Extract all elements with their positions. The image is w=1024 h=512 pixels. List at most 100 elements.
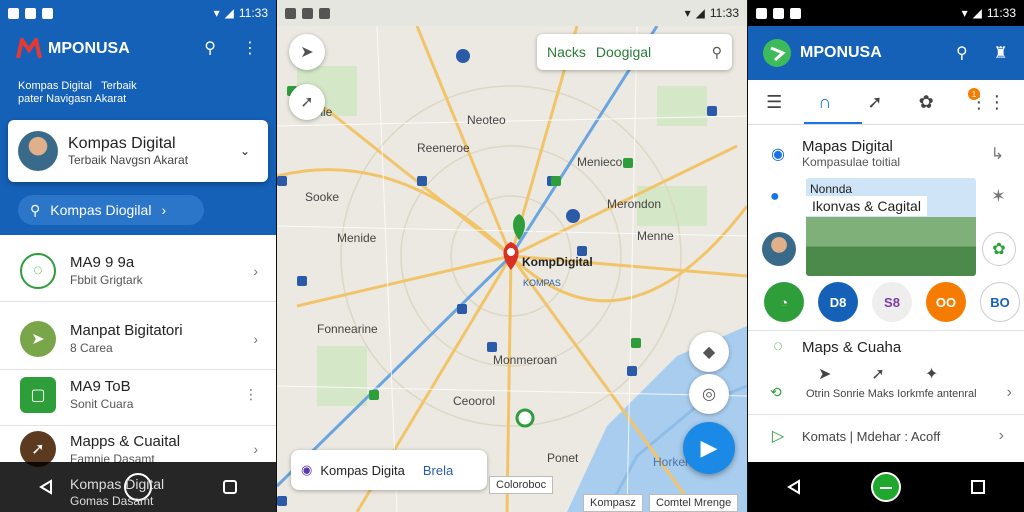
category-button[interactable]: OO [926, 282, 966, 322]
tab-home[interactable]: ∩ [818, 92, 831, 113]
brand-name: MPONUSA [800, 44, 882, 61]
category-button[interactable]: S8 [872, 282, 912, 322]
brand: MPONUSA [16, 38, 130, 60]
layers-icon[interactable]: ◆ [689, 332, 729, 372]
list-item[interactable]: ◌ MA9 9 9a Fbbit Grigtark › [0, 240, 276, 302]
chevron-right-icon: › [253, 441, 258, 457]
signal-icon: ◢ [972, 6, 982, 20]
status-time: 11:33 [986, 6, 1016, 20]
search-pill[interactable]: ⚲ Kompas Diogilal › [18, 195, 204, 225]
category-button[interactable]: BO [980, 282, 1020, 322]
status-bar: ▾ ◢ 11:33 [277, 0, 747, 26]
wifi-icon: ▾ [961, 6, 968, 20]
start-navigation-button[interactable]: ▶ [683, 422, 735, 474]
route-icon[interactable]: ↳ [991, 144, 1004, 164]
list-item-overlay: Kompas Digital Gomas Dasamt [70, 476, 165, 508]
notification-icon [773, 7, 784, 19]
list-item[interactable]: ◉ Mapas Digital Kompasulae toitial ↳ [748, 138, 1024, 169]
list-item[interactable]: ▢ MA9 ToB Sonit Cuara ⋮ [0, 364, 276, 426]
navigate-icon[interactable]: ➚ [289, 84, 325, 120]
nav-bar [748, 462, 1024, 512]
tab-explore[interactable]: ✿ [919, 92, 934, 113]
notification-bell-icon[interactable]: ♜ [994, 43, 1008, 63]
list-item[interactable]: ▷ Komats | Mdehar : Acoff › [748, 426, 1024, 446]
explore-icon[interactable]: ✦ [925, 364, 938, 384]
list-item[interactable]: ◌ Maps & Cuaha [748, 338, 1024, 356]
search-icon[interactable]: ⚲ [204, 38, 216, 58]
notification-icon [790, 7, 801, 19]
notification-icon [8, 7, 19, 19]
place-label: Menne [637, 229, 674, 243]
brand-name: MPONUSA [48, 40, 130, 57]
notification-icon [42, 7, 53, 19]
recents-icon[interactable] [213, 470, 247, 504]
star-icon[interactable]: ✶ [991, 186, 1006, 207]
recents-icon[interactable] [961, 470, 995, 504]
leaf-icon[interactable]: ✿ [982, 232, 1016, 266]
map-search-bar[interactable]: Nacks Doogigal ⚲ [537, 34, 732, 70]
share-icon[interactable]: ➚ [871, 364, 884, 384]
notification-icon [319, 7, 330, 19]
square-icon: ▢ [20, 376, 56, 413]
place-label: Neoteo [467, 113, 506, 127]
pin-label: KompDigital [522, 255, 593, 269]
home-icon[interactable] [869, 470, 903, 504]
tab-directions[interactable]: ➚ [867, 92, 882, 113]
profile-subtitle: Terbaik Navgsn Akarat [68, 153, 189, 167]
chevron-right-icon: › [1006, 384, 1012, 401]
chevron-down-icon[interactable]: ⌄ [240, 144, 250, 158]
wifi-icon: ▾ [684, 6, 691, 20]
back-icon[interactable] [29, 470, 63, 504]
avatar [18, 131, 58, 171]
location-card[interactable]: ◉ Kompas Digita Brela [291, 450, 487, 490]
chevron-right-icon: › [253, 262, 258, 279]
leaf-icon: ➤ [20, 320, 56, 357]
more-icon[interactable]: ⋮ [242, 38, 258, 58]
menu-icon[interactable]: ☰ [766, 92, 782, 113]
directions-icon[interactable]: ➤ [818, 364, 831, 384]
signal-icon: ◢ [695, 6, 705, 20]
profile-card[interactable]: Kompas Digital Terbaik Navgsn Akarat ⌄ [8, 120, 268, 182]
category-button[interactable]: D8 [818, 282, 858, 322]
pin-icon: ◉ [301, 462, 313, 477]
map-view[interactable]: Fmnie Sooke Reeneroe Menide Menieco Mero… [277, 26, 747, 512]
status-bar: ▾ ◢ 11:33 [0, 0, 276, 26]
chevron-right-icon: › [998, 427, 1004, 444]
back-icon[interactable] [777, 470, 811, 504]
search-icon[interactable]: ⚲ [956, 43, 968, 63]
search-icon[interactable]: ⚲ [712, 44, 722, 61]
pin-sublabel: KOMPAS [523, 278, 561, 288]
map-chip[interactable]: Kompasz [583, 494, 643, 512]
more-icon[interactable]: ⋮ [244, 386, 258, 403]
phone-screen-left: ▾ ◢ 11:33 MPONUSA ⚲ ⋮ Kompas Digital Terba… [0, 0, 276, 512]
map-chip[interactable]: Comtel Mrenge [649, 494, 739, 512]
list-item[interactable]: ➤ Manpat Bigitatori 8 Carea › [0, 308, 276, 370]
location-icon: ◉ [771, 145, 785, 163]
profile-title: Kompas Digital [68, 135, 176, 152]
place-label: Menieco [577, 155, 623, 169]
place-label: Reeneroe [417, 141, 470, 155]
search-icon: ⚲ [30, 201, 41, 218]
locate-icon[interactable]: ◎ [689, 374, 729, 414]
header-subtitle: Kompas Digital Terbaik pater Navigasn Ak… [18, 80, 137, 105]
place-label: Sooke [305, 190, 339, 204]
phone-screen-map: ▾ ◢ 11:33 Sooke Reeneroe Menide Menieco … [277, 0, 747, 512]
map-chip[interactable]: Coloroboc [489, 476, 554, 494]
compass-icon[interactable]: ➤ [289, 34, 325, 70]
avatar [762, 232, 796, 266]
wifi-icon: ▾ [213, 6, 220, 20]
notification-icon [285, 7, 296, 19]
chat-icon: ◌ [773, 338, 783, 355]
pin-icon: ● [770, 188, 780, 205]
category-button[interactable]: ◔ [764, 282, 804, 322]
place-photo[interactable]: Nonnda Ikonvas & Cagital [806, 178, 976, 276]
notification-icon [302, 7, 313, 19]
refresh-icon: ⟲ [770, 384, 782, 400]
place-label: Menide [337, 231, 377, 245]
status-bar: ▾ ◢ 11:33 [748, 0, 1024, 26]
phone-screen-right: ▾ ◢ 11:33 MPONUSA ⚲ ♜ ☰ ∩ ➚ ✿ ⋮⋮ 1 ◉ Mapas … [748, 0, 1024, 512]
action-labels: Otrin Sonrie Maks Iorkmfe antenral [806, 388, 977, 400]
chevron-right-icon: › [161, 202, 167, 218]
place-label: Fonnearine [317, 322, 378, 336]
app-header: ▾ ◢ 11:33 MPONUSA ⚲ ⋮ Kompas Digital Terba… [0, 0, 276, 235]
